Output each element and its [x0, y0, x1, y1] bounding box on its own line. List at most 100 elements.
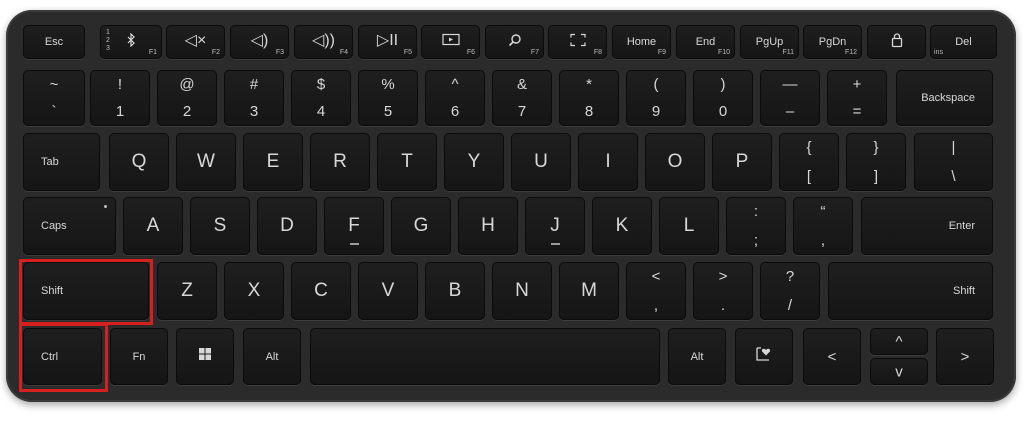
- key-z[interactable]: Z: [157, 262, 217, 320]
- key-period[interactable]: >.: [693, 262, 753, 320]
- key-label: ^: [895, 333, 903, 350]
- key-digit-6[interactable]: ^ 6: [425, 70, 485, 126]
- key-enter[interactable]: Enter: [861, 197, 993, 255]
- key-label: Enter: [948, 220, 975, 232]
- key-arrow-right[interactable]: >: [936, 328, 994, 385]
- key-digit-0[interactable]: ) 0: [693, 70, 753, 126]
- key-label: U: [534, 151, 548, 172]
- key-del[interactable]: Del ins: [930, 25, 997, 59]
- key-left-alt[interactable]: Alt: [243, 328, 301, 385]
- key-screen-project[interactable]: F6: [421, 25, 480, 59]
- key-shift-symbol: <: [651, 268, 661, 285]
- key-shift-symbol: ~: [49, 76, 59, 93]
- key-u[interactable]: U: [511, 133, 571, 191]
- key-right-shift[interactable]: Shift: [828, 262, 993, 320]
- key-volume-down[interactable]: ◁) F3: [230, 25, 289, 59]
- key-left-bracket[interactable]: {[: [779, 133, 839, 191]
- key-digit-8[interactable]: * 8: [559, 70, 619, 126]
- key-o[interactable]: O: [645, 133, 705, 191]
- key-i[interactable]: I: [578, 133, 638, 191]
- key-label: Y: [467, 151, 481, 172]
- key-volume-up[interactable]: ◁)) F4: [294, 25, 353, 59]
- home-key-bump: [551, 243, 560, 245]
- key-arrow-down[interactable]: v: [870, 358, 928, 385]
- key-caps[interactable]: Caps: [23, 197, 116, 255]
- key-m[interactable]: M: [559, 262, 619, 320]
- key-b[interactable]: B: [425, 262, 485, 320]
- key-space[interactable]: [310, 328, 660, 385]
- key-digit-2[interactable]: @2: [157, 70, 217, 126]
- key-w[interactable]: W: [176, 133, 236, 191]
- key-y[interactable]: Y: [444, 133, 504, 191]
- key-esc[interactable]: Esc: [23, 25, 85, 59]
- key-semicolon[interactable]: :;: [726, 197, 786, 255]
- key-d[interactable]: D: [257, 197, 317, 255]
- key-right-bracket[interactable]: }]: [846, 133, 906, 191]
- key-slash[interactable]: ? /: [760, 262, 820, 320]
- key-h[interactable]: H: [458, 197, 518, 255]
- key-label: K: [615, 215, 629, 236]
- key-arrow-up[interactable]: ^: [870, 328, 928, 355]
- key-c[interactable]: C: [291, 262, 351, 320]
- key-label: A: [146, 215, 160, 236]
- key-pgup[interactable]: PgUp F11: [740, 25, 799, 59]
- key-function-label: F6: [466, 49, 475, 56]
- key-q[interactable]: Q: [109, 133, 169, 191]
- key-r[interactable]: R: [310, 133, 370, 191]
- key-digit-9[interactable]: (9: [626, 70, 686, 126]
- key-windows[interactable]: [176, 328, 234, 385]
- key-a[interactable]: A: [123, 197, 183, 255]
- key-base-symbol: `: [51, 103, 57, 120]
- key-tab[interactable]: Tab: [23, 133, 100, 191]
- key-digit-3[interactable]: #3: [224, 70, 284, 126]
- key-label: Q: [131, 151, 147, 172]
- key-j[interactable]: J: [525, 197, 585, 255]
- key-pgdn[interactable]: PgDn F12: [803, 25, 862, 59]
- key-screen-snip[interactable]: F8: [548, 25, 607, 59]
- key-end[interactable]: End F10: [676, 25, 735, 59]
- key-bluetooth[interactable]: F1 1 2 3: [100, 25, 162, 59]
- key-equals[interactable]: + =: [827, 70, 887, 126]
- key-l[interactable]: L: [659, 197, 719, 255]
- key-lock[interactable]: [867, 25, 926, 59]
- key-comma[interactable]: <,: [626, 262, 686, 320]
- key-right-alt[interactable]: Alt: [668, 328, 726, 385]
- key-digit-7[interactable]: & 7: [492, 70, 552, 126]
- key-emoji-heart[interactable]: [735, 328, 793, 385]
- key-shift-symbol: ): [720, 76, 726, 93]
- key-minus[interactable]: — –: [760, 70, 820, 126]
- key-arrow-left[interactable]: <: [803, 328, 861, 385]
- key-base-symbol: 7: [517, 103, 527, 120]
- key-digit-5[interactable]: % 5: [358, 70, 418, 126]
- key-backtick[interactable]: ~ `: [23, 70, 85, 126]
- key-fn[interactable]: Fn: [110, 328, 168, 385]
- key-shift-symbol: ^: [451, 76, 459, 93]
- key-mute[interactable]: ◁× F2: [166, 25, 225, 59]
- key-g[interactable]: G: [391, 197, 451, 255]
- key-n[interactable]: N: [492, 262, 552, 320]
- key-digit-4[interactable]: $4: [291, 70, 351, 126]
- key-backslash[interactable]: | \: [914, 133, 993, 191]
- key-search[interactable]: F7: [485, 25, 544, 59]
- key-play-pause[interactable]: ▷II F5: [358, 25, 417, 59]
- key-digit-1[interactable]: ! 1: [90, 70, 150, 126]
- key-k[interactable]: K: [592, 197, 652, 255]
- key-base-symbol: .: [720, 297, 726, 314]
- screen-snip-icon: [548, 34, 607, 47]
- key-home[interactable]: Home F9: [612, 25, 671, 59]
- key-label: B: [448, 280, 462, 301]
- key-f[interactable]: F: [324, 197, 384, 255]
- key-base-symbol: ,: [820, 232, 826, 249]
- caps-lock-indicator: [104, 205, 107, 208]
- key-label: N: [515, 280, 529, 301]
- key-shift-symbol: $: [316, 76, 326, 93]
- key-p[interactable]: P: [712, 133, 772, 191]
- key-quote[interactable]: “,: [793, 197, 853, 255]
- key-v[interactable]: V: [358, 262, 418, 320]
- key-t[interactable]: T: [377, 133, 437, 191]
- key-backspace[interactable]: Backspace: [896, 70, 993, 126]
- key-x[interactable]: X: [224, 262, 284, 320]
- key-label: V: [381, 280, 395, 301]
- key-s[interactable]: S: [190, 197, 250, 255]
- key-e[interactable]: E: [243, 133, 303, 191]
